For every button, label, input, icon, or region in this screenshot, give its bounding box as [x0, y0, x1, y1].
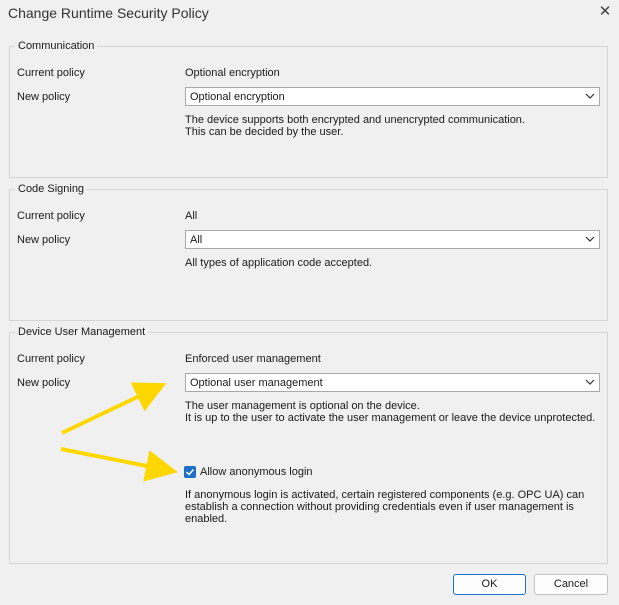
- code-signing-current-policy-label: Current policy: [17, 210, 85, 222]
- device-user-management-legend: Device User Management: [18, 326, 146, 338]
- code-signing-selected-value: All: [190, 234, 203, 246]
- description-line: This can be decided by the user.: [185, 126, 344, 138]
- chevron-down-icon: [585, 379, 595, 385]
- communication-new-policy-label: New policy: [17, 91, 71, 103]
- description-line: If anonymous login is activated, certain…: [185, 489, 585, 501]
- description-line: The user management is optional on the d…: [185, 400, 420, 412]
- communication-current-policy-label: Current policy: [17, 67, 85, 79]
- dum-selected-value: Optional user management: [190, 377, 323, 389]
- description-line: All types of application code accepted.: [185, 257, 373, 269]
- communication-description: The device supports both encrypted and u…: [185, 114, 525, 138]
- code-signing-new-policy-label: New policy: [17, 234, 71, 246]
- description-line: It is up to the user to activate the use…: [185, 412, 596, 424]
- description-line: The device supports both encrypted and u…: [185, 114, 525, 126]
- communication-legend: Communication: [18, 40, 95, 52]
- checkmark-icon: [185, 468, 195, 476]
- code-signing-description: All types of application code accepted.: [185, 257, 372, 269]
- allow-anonymous-login-label[interactable]: Allow anonymous login: [200, 465, 313, 479]
- communication-selected-value: Optional encryption: [190, 91, 285, 103]
- window-title: Change Runtime Security Policy: [8, 5, 209, 21]
- cancel-button[interactable]: Cancel: [534, 574, 608, 595]
- ok-button[interactable]: OK: [453, 574, 526, 595]
- communication-group: Communication Current policy Optional en…: [9, 40, 608, 178]
- chevron-down-icon: [585, 236, 595, 242]
- dum-new-policy-dropdown[interactable]: Optional user management: [185, 373, 600, 392]
- description-line: establish a connection without providing…: [185, 501, 574, 513]
- dum-new-policy-label: New policy: [17, 377, 71, 389]
- dum-description: The user management is optional on the d…: [185, 400, 595, 424]
- communication-new-policy-dropdown[interactable]: Optional encryption: [185, 87, 600, 106]
- dum-current-policy-value: Enforced user management: [185, 353, 321, 365]
- code-signing-legend: Code Signing: [18, 183, 85, 195]
- code-signing-group: Code Signing Current policy All New poli…: [9, 183, 608, 321]
- dum-current-policy-label: Current policy: [17, 353, 85, 365]
- title-bar: Change Runtime Security Policy ✕: [0, 0, 619, 28]
- anonymous-login-description: If anonymous login is activated, certain…: [185, 489, 584, 525]
- code-signing-new-policy-dropdown[interactable]: All: [185, 230, 600, 249]
- code-signing-current-policy-value: All: [185, 210, 198, 222]
- chevron-down-icon: [585, 93, 595, 99]
- device-user-management-group: Device User Management Current policy En…: [9, 326, 608, 564]
- allow-anonymous-login-checkbox[interactable]: [184, 466, 196, 478]
- description-line: enabled.: [185, 513, 228, 525]
- close-icon[interactable]: ✕: [596, 3, 614, 21]
- communication-current-policy-value: Optional encryption: [185, 67, 280, 79]
